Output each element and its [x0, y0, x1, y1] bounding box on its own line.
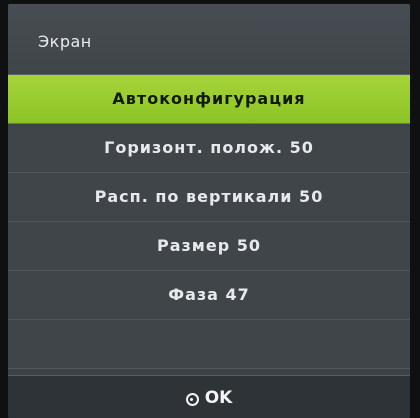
- menu-empty-row: [8, 320, 410, 369]
- menu-item-label: Горизонт. полож. 50: [104, 138, 314, 157]
- menu-header: Экран: [8, 4, 410, 75]
- ok-button-icon: [185, 393, 199, 406]
- menu-item-phase[interactable]: Фаза 47: [8, 271, 410, 320]
- menu-item-vertical-position[interactable]: Расп. по вертикали 50: [8, 173, 410, 222]
- menu-item-horizontal-position[interactable]: Горизонт. полож. 50: [8, 124, 410, 173]
- menu-item-label: Размер 50: [156, 236, 262, 255]
- menu-footer: OK: [8, 375, 410, 418]
- menu-item-autoconfig[interactable]: Автоконфигурация: [8, 75, 410, 124]
- menu-items: Автоконфигурация Горизонт. полож. 50 Рас…: [8, 75, 410, 369]
- ok-hint[interactable]: OK: [8, 388, 410, 408]
- screen-settings-menu: Экран Автоконфигурация Горизонт. полож. …: [8, 4, 410, 418]
- menu-item-label: Расп. по вертикали 50: [94, 187, 324, 206]
- menu-item-label: Фаза 47: [168, 285, 250, 304]
- ok-label: OK: [204, 388, 233, 408]
- menu-title: Экран: [38, 32, 92, 51]
- screen-frame: Экран Автоконфигурация Горизонт. полож. …: [0, 0, 420, 418]
- menu-item-label: Автоконфигурация: [112, 89, 306, 108]
- menu-item-size[interactable]: Размер 50: [8, 222, 410, 271]
